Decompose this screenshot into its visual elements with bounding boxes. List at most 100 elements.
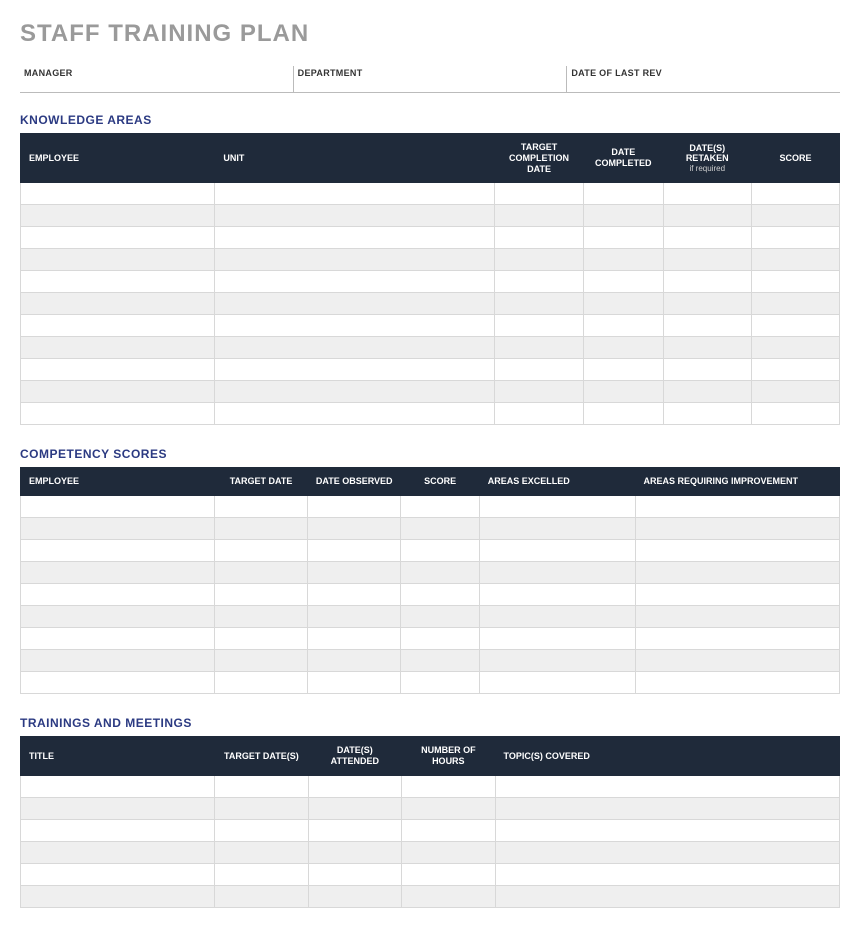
- table-cell[interactable]: [751, 293, 839, 315]
- table-cell[interactable]: [21, 797, 215, 819]
- table-cell[interactable]: [635, 518, 839, 540]
- table-cell[interactable]: [751, 271, 839, 293]
- table-cell[interactable]: [584, 205, 663, 227]
- table-cell[interactable]: [402, 819, 495, 841]
- table-cell[interactable]: [479, 518, 635, 540]
- table-cell[interactable]: [21, 819, 215, 841]
- table-cell[interactable]: [215, 562, 308, 584]
- table-cell[interactable]: [635, 584, 839, 606]
- table-cell[interactable]: [479, 628, 635, 650]
- table-cell[interactable]: [751, 337, 839, 359]
- table-cell[interactable]: [307, 540, 400, 562]
- table-cell[interactable]: [215, 403, 495, 425]
- meta-manager[interactable]: MANAGER: [20, 66, 293, 93]
- table-cell[interactable]: [494, 403, 583, 425]
- table-cell[interactable]: [401, 540, 479, 562]
- table-cell[interactable]: [307, 584, 400, 606]
- table-cell[interactable]: [584, 183, 663, 205]
- table-cell[interactable]: [495, 885, 840, 907]
- table-cell[interactable]: [215, 227, 495, 249]
- table-cell[interactable]: [584, 271, 663, 293]
- table-cell[interactable]: [21, 205, 215, 227]
- table-cell[interactable]: [21, 562, 215, 584]
- table-cell[interactable]: [635, 672, 839, 694]
- table-cell[interactable]: [751, 249, 839, 271]
- table-cell[interactable]: [584, 315, 663, 337]
- table-cell[interactable]: [494, 227, 583, 249]
- table-cell[interactable]: [402, 841, 495, 863]
- table-cell[interactable]: [663, 205, 751, 227]
- table-cell[interactable]: [21, 496, 215, 518]
- table-cell[interactable]: [21, 359, 215, 381]
- table-cell[interactable]: [215, 628, 308, 650]
- table-cell[interactable]: [401, 562, 479, 584]
- table-cell[interactable]: [584, 359, 663, 381]
- table-cell[interactable]: [402, 863, 495, 885]
- table-cell[interactable]: [635, 540, 839, 562]
- table-cell[interactable]: [21, 227, 215, 249]
- table-cell[interactable]: [21, 183, 215, 205]
- table-cell[interactable]: [495, 841, 840, 863]
- table-cell[interactable]: [494, 293, 583, 315]
- table-cell[interactable]: [479, 584, 635, 606]
- table-cell[interactable]: [21, 249, 215, 271]
- table-cell[interactable]: [479, 540, 635, 562]
- table-cell[interactable]: [495, 819, 840, 841]
- table-cell[interactable]: [401, 606, 479, 628]
- table-cell[interactable]: [494, 183, 583, 205]
- table-cell[interactable]: [584, 403, 663, 425]
- table-cell[interactable]: [494, 337, 583, 359]
- table-cell[interactable]: [663, 403, 751, 425]
- table-cell[interactable]: [494, 249, 583, 271]
- table-cell[interactable]: [401, 496, 479, 518]
- table-cell[interactable]: [635, 628, 839, 650]
- table-cell[interactable]: [215, 584, 308, 606]
- table-cell[interactable]: [584, 227, 663, 249]
- table-cell[interactable]: [401, 650, 479, 672]
- table-cell[interactable]: [401, 518, 479, 540]
- table-cell[interactable]: [215, 518, 308, 540]
- table-cell[interactable]: [401, 672, 479, 694]
- table-cell[interactable]: [635, 562, 839, 584]
- table-cell[interactable]: [494, 381, 583, 403]
- table-cell[interactable]: [479, 562, 635, 584]
- table-cell[interactable]: [215, 863, 308, 885]
- table-cell[interactable]: [494, 271, 583, 293]
- table-cell[interactable]: [215, 841, 308, 863]
- table-cell[interactable]: [307, 606, 400, 628]
- table-cell[interactable]: [21, 672, 215, 694]
- table-cell[interactable]: [307, 672, 400, 694]
- table-cell[interactable]: [307, 518, 400, 540]
- table-cell[interactable]: [21, 293, 215, 315]
- table-cell[interactable]: [635, 650, 839, 672]
- table-cell[interactable]: [494, 205, 583, 227]
- table-cell[interactable]: [21, 381, 215, 403]
- table-cell[interactable]: [308, 797, 402, 819]
- table-cell[interactable]: [308, 819, 402, 841]
- table-cell[interactable]: [751, 227, 839, 249]
- table-cell[interactable]: [663, 293, 751, 315]
- table-cell[interactable]: [494, 315, 583, 337]
- table-cell[interactable]: [495, 797, 840, 819]
- table-cell[interactable]: [215, 819, 308, 841]
- table-cell[interactable]: [635, 606, 839, 628]
- table-cell[interactable]: [21, 863, 215, 885]
- table-cell[interactable]: [635, 496, 839, 518]
- table-cell[interactable]: [21, 584, 215, 606]
- table-cell[interactable]: [479, 650, 635, 672]
- table-cell[interactable]: [751, 381, 839, 403]
- table-cell[interactable]: [215, 540, 308, 562]
- table-cell[interactable]: [21, 403, 215, 425]
- table-cell[interactable]: [21, 518, 215, 540]
- table-cell[interactable]: [21, 885, 215, 907]
- table-cell[interactable]: [663, 183, 751, 205]
- table-cell[interactable]: [215, 381, 495, 403]
- table-cell[interactable]: [663, 337, 751, 359]
- table-cell[interactable]: [308, 775, 402, 797]
- table-cell[interactable]: [663, 271, 751, 293]
- table-cell[interactable]: [215, 650, 308, 672]
- table-cell[interactable]: [751, 359, 839, 381]
- table-cell[interactable]: [21, 775, 215, 797]
- table-cell[interactable]: [751, 183, 839, 205]
- table-cell[interactable]: [215, 797, 308, 819]
